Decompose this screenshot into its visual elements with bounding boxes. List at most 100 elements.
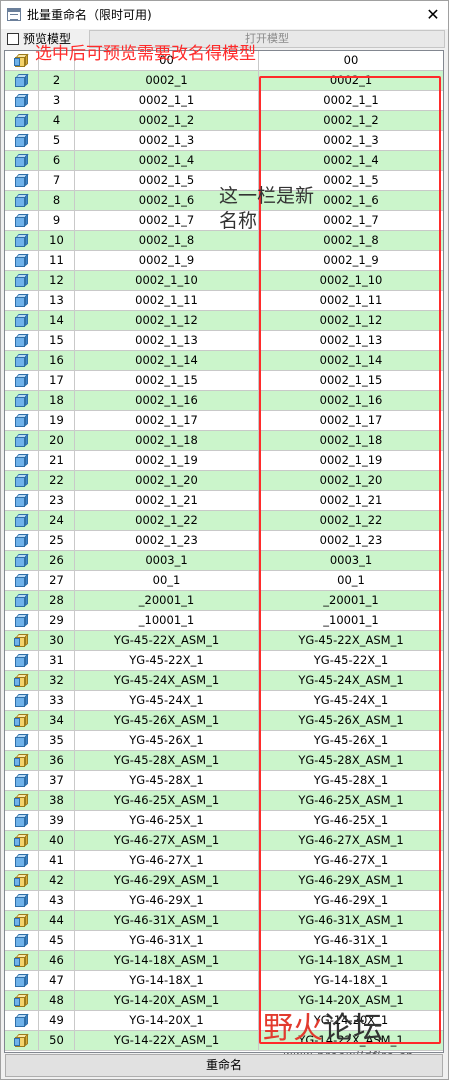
new-name-cell[interactable]: 0002_1_3 <box>259 131 443 150</box>
table-row[interactable]: 6 0002_1_4 0002_1_4 <box>5 151 443 171</box>
new-name-cell[interactable]: YG-46-31X_ASM_1 <box>259 911 443 930</box>
table-row[interactable]: 40 YG-46-27X_ASM_1 YG-46-27X_ASM_1 <box>5 831 443 851</box>
table-row[interactable]: 23 0002_1_21 0002_1_21 <box>5 491 443 511</box>
new-name-cell[interactable]: YG-46-25X_ASM_1 <box>259 791 443 810</box>
new-name-cell[interactable]: 0002_1_18 <box>259 431 443 450</box>
table-row[interactable]: 3 0002_1_1 0002_1_1 <box>5 91 443 111</box>
new-name-cell[interactable]: YG-45-24X_1 <box>259 691 443 710</box>
table-row[interactable]: 5 0002_1_3 0002_1_3 <box>5 131 443 151</box>
title-bar[interactable]: 批量重命名（限时可用) ✕ <box>1 1 448 29</box>
table-row[interactable]: 42 YG-46-29X_ASM_1 YG-46-29X_ASM_1 <box>5 871 443 891</box>
new-name-cell[interactable]: YG-45-22X_1 <box>259 651 443 670</box>
table-row[interactable]: 37 YG-45-28X_1 YG-45-28X_1 <box>5 771 443 791</box>
table-row[interactable]: 39 YG-46-25X_1 YG-46-25X_1 <box>5 811 443 831</box>
table-row[interactable]: 17 0002_1_15 0002_1_15 <box>5 371 443 391</box>
close-button[interactable]: ✕ <box>418 1 448 29</box>
table-row[interactable]: 34 YG-45-26X_ASM_1 YG-45-26X_ASM_1 <box>5 711 443 731</box>
new-name-cell[interactable]: 0002_1 <box>259 71 443 90</box>
new-name-cell[interactable]: 0002_1_21 <box>259 491 443 510</box>
annotation-new-name-hint: 这一栏是新名称 <box>219 185 315 232</box>
new-name-cell[interactable]: 0002_1_9 <box>259 251 443 270</box>
new-name-cell[interactable]: 00 <box>259 51 443 70</box>
table-row[interactable]: 11 0002_1_9 0002_1_9 <box>5 251 443 271</box>
new-name-cell[interactable]: 0002_1_23 <box>259 531 443 550</box>
new-name-cell[interactable]: YG-14-22X_ASM_1 <box>259 1031 443 1050</box>
new-name-cell[interactable]: YG-46-31X_1 <box>259 931 443 950</box>
new-name-cell[interactable]: 0002_1_16 <box>259 391 443 410</box>
new-name-cell[interactable]: 0002_1_17 <box>259 411 443 430</box>
table-row[interactable]: 21 0002_1_19 0002_1_19 <box>5 451 443 471</box>
new-name-cell[interactable]: _20001_1 <box>259 591 443 610</box>
new-name-cell[interactable]: YG-45-28X_1 <box>259 771 443 790</box>
new-name-cell[interactable]: 0002_1_22 <box>259 511 443 530</box>
table-row[interactable]: 28 _20001_1 _20001_1 <box>5 591 443 611</box>
table-row[interactable]: 48 YG-14-20X_ASM_1 YG-14-20X_ASM_1 <box>5 991 443 1011</box>
preview-model-checkbox[interactable] <box>7 33 19 45</box>
table-row[interactable]: 22 0002_1_20 0002_1_20 <box>5 471 443 491</box>
table-row[interactable]: 12 0002_1_10 0002_1_10 <box>5 271 443 291</box>
new-name-cell[interactable]: YG-46-27X_ASM_1 <box>259 831 443 850</box>
table-row[interactable]: 2 0002_1 0002_1 <box>5 71 443 91</box>
new-name-cell[interactable]: YG-46-27X_1 <box>259 851 443 870</box>
table-row[interactable]: 14 0002_1_12 0002_1_12 <box>5 311 443 331</box>
new-name-cell[interactable]: YG-45-28X_ASM_1 <box>259 751 443 770</box>
new-name-cell[interactable]: YG-14-20X_1 <box>259 1011 443 1030</box>
table-row[interactable]: 33 YG-45-24X_1 YG-45-24X_1 <box>5 691 443 711</box>
table-row[interactable]: 20 0002_1_18 0002_1_18 <box>5 431 443 451</box>
table-row[interactable]: 15 0002_1_13 0002_1_13 <box>5 331 443 351</box>
new-name-cell[interactable]: 0002_1_4 <box>259 151 443 170</box>
table-row[interactable]: 46 YG-14-18X_ASM_1 YG-14-18X_ASM_1 <box>5 951 443 971</box>
table-row[interactable]: 49 YG-14-20X_1 YG-14-20X_1 <box>5 1011 443 1031</box>
rename-button[interactable]: 重命名 <box>5 1054 443 1077</box>
new-name-cell[interactable]: 0002_1_2 <box>259 111 443 130</box>
table-row[interactable]: 27 00_1 00_1 <box>5 571 443 591</box>
new-name-cell[interactable]: YG-14-18X_1 <box>259 971 443 990</box>
table-row[interactable]: 30 YG-45-22X_ASM_1 YG-45-22X_ASM_1 <box>5 631 443 651</box>
part-cube-icon <box>15 73 29 87</box>
new-name-cell[interactable]: YG-46-29X_1 <box>259 891 443 910</box>
table-row[interactable]: 10 0002_1_8 0002_1_8 <box>5 231 443 251</box>
new-name-cell[interactable]: 0002_1_13 <box>259 331 443 350</box>
new-name-cell[interactable]: 0002_1_10 <box>259 271 443 290</box>
new-name-cell[interactable]: YG-46-25X_1 <box>259 811 443 830</box>
table-row[interactable]: 35 YG-45-26X_1 YG-45-26X_1 <box>5 731 443 751</box>
table-row[interactable]: 25 0002_1_23 0002_1_23 <box>5 531 443 551</box>
table-row[interactable]: 26 0003_1 0003_1 <box>5 551 443 571</box>
new-name-cell[interactable]: YG-14-18X_ASM_1 <box>259 951 443 970</box>
new-name-cell[interactable]: _10001_1 <box>259 611 443 630</box>
table-row[interactable]: 29 _10001_1 _10001_1 <box>5 611 443 631</box>
table-row[interactable]: 31 YG-45-22X_1 YG-45-22X_1 <box>5 651 443 671</box>
assembly-cube-icon <box>14 713 29 727</box>
new-name-cell[interactable]: 0002_1_20 <box>259 471 443 490</box>
table-row[interactable]: 36 YG-45-28X_ASM_1 YG-45-28X_ASM_1 <box>5 751 443 771</box>
new-name-cell[interactable]: YG-45-26X_1 <box>259 731 443 750</box>
new-name-cell[interactable]: 0002_1_19 <box>259 451 443 470</box>
table-row[interactable]: 13 0002_1_11 0002_1_11 <box>5 291 443 311</box>
table-row[interactable]: 45 YG-46-31X_1 YG-46-31X_1 <box>5 931 443 951</box>
new-name-cell[interactable]: YG-46-29X_ASM_1 <box>259 871 443 890</box>
new-name-cell[interactable]: 0003_1 <box>259 551 443 570</box>
new-name-cell[interactable]: 0002_1_14 <box>259 351 443 370</box>
new-name-cell[interactable]: 0002_1_1 <box>259 91 443 110</box>
new-name-cell[interactable]: 0002_1_12 <box>259 311 443 330</box>
table-row[interactable]: 44 YG-46-31X_ASM_1 YG-46-31X_ASM_1 <box>5 911 443 931</box>
row-icon-cell <box>5 191 39 210</box>
table-row[interactable]: 38 YG-46-25X_ASM_1 YG-46-25X_ASM_1 <box>5 791 443 811</box>
new-name-cell[interactable]: 0002_1_15 <box>259 371 443 390</box>
table-row[interactable]: 32 YG-45-24X_ASM_1 YG-45-24X_ASM_1 <box>5 671 443 691</box>
new-name-cell[interactable]: 0002_1_11 <box>259 291 443 310</box>
new-name-cell[interactable]: YG-14-20X_ASM_1 <box>259 991 443 1010</box>
table-row[interactable]: 18 0002_1_16 0002_1_16 <box>5 391 443 411</box>
new-name-cell[interactable]: YG-45-24X_ASM_1 <box>259 671 443 690</box>
table-row[interactable]: 4 0002_1_2 0002_1_2 <box>5 111 443 131</box>
table-row[interactable]: 50 YG-14-22X_ASM_1 YG-14-22X_ASM_1 <box>5 1031 443 1051</box>
new-name-cell[interactable]: 00_1 <box>259 571 443 590</box>
new-name-cell[interactable]: YG-45-26X_ASM_1 <box>259 711 443 730</box>
table-row[interactable]: 41 YG-46-27X_1 YG-46-27X_1 <box>5 851 443 871</box>
table-row[interactable]: 16 0002_1_14 0002_1_14 <box>5 351 443 371</box>
new-name-cell[interactable]: YG-45-22X_ASM_1 <box>259 631 443 650</box>
table-row[interactable]: 47 YG-14-18X_1 YG-14-18X_1 <box>5 971 443 991</box>
table-row[interactable]: 19 0002_1_17 0002_1_17 <box>5 411 443 431</box>
table-row[interactable]: 24 0002_1_22 0002_1_22 <box>5 511 443 531</box>
table-row[interactable]: 43 YG-46-29X_1 YG-46-29X_1 <box>5 891 443 911</box>
